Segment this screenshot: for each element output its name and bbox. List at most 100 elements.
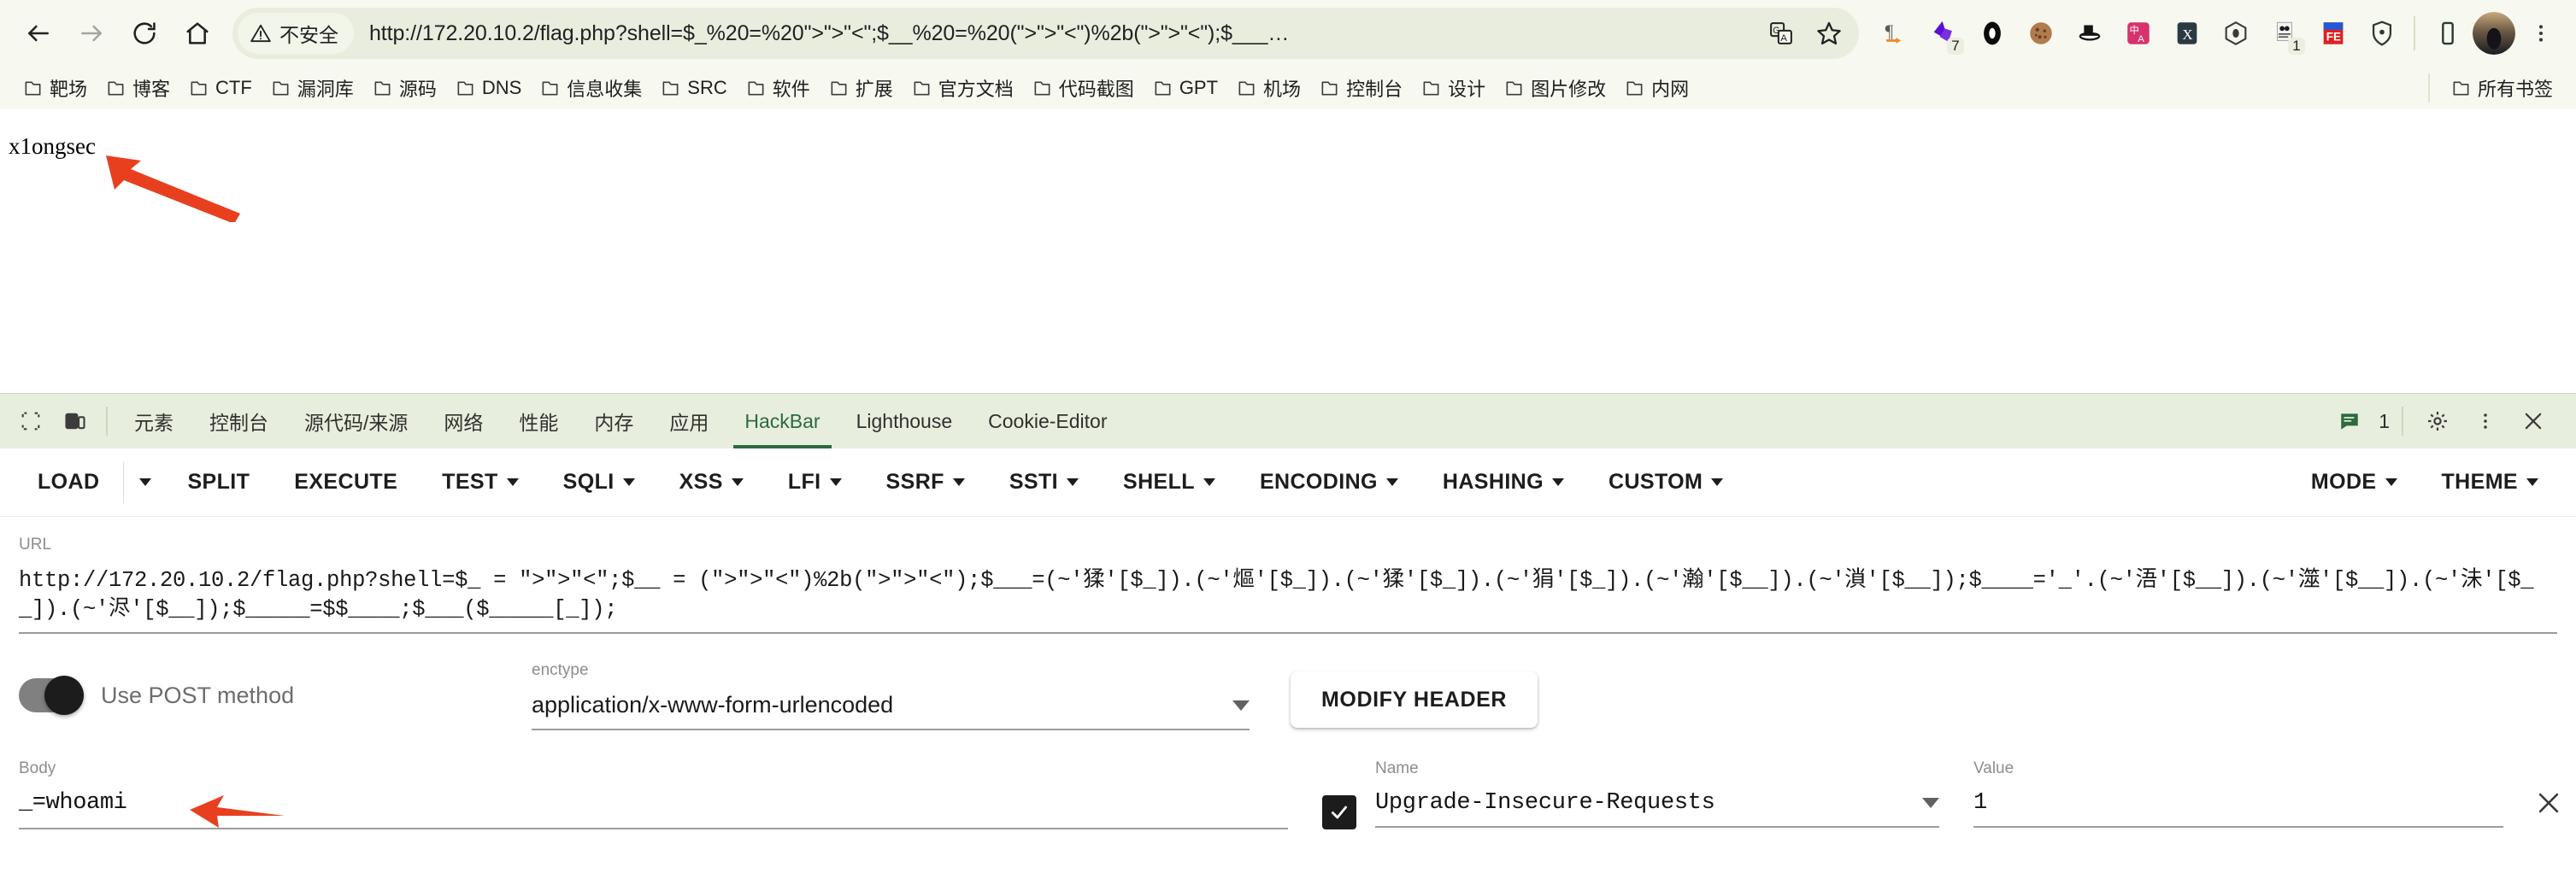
security-status-chip[interactable]: 不安全 bbox=[238, 13, 354, 54]
bookmark-folder-8[interactable]: 软件 bbox=[737, 70, 820, 106]
header-name-select[interactable]: Upgrade-Insecure-Requests bbox=[1375, 790, 1939, 829]
hackbar-toolbar: LOAD SPLIT EXECUTE TEST SQLI XSS LFI SSR… bbox=[0, 448, 2576, 517]
bookmark-folder-3[interactable]: 漏洞库 bbox=[262, 70, 363, 106]
modify-header-button[interactable]: MODIFY HEADER bbox=[1291, 671, 1538, 729]
black-ring-extension-icon[interactable] bbox=[1968, 10, 2015, 57]
cookie-extension-icon[interactable] bbox=[2017, 10, 2064, 57]
tab-application[interactable]: 应用 bbox=[651, 394, 726, 448]
bookmark-folder-16[interactable]: 图片修改 bbox=[1495, 70, 1615, 106]
panda-extension-icon[interactable]: 1 bbox=[2261, 10, 2308, 57]
bookmark-folder-14[interactable]: 控制台 bbox=[1310, 70, 1412, 106]
reload-button[interactable] bbox=[118, 7, 171, 60]
shield-outline-extension-icon[interactable] bbox=[2358, 10, 2405, 57]
bookmark-folder-4[interactable]: 源码 bbox=[363, 70, 446, 106]
tab-sources[interactable]: 源代码/来源 bbox=[286, 394, 426, 448]
browser-menu-icon[interactable] bbox=[2517, 10, 2564, 57]
tab-label: 控制台 bbox=[209, 412, 268, 434]
chevron-down-icon bbox=[952, 478, 965, 486]
tab-cookie-editor[interactable]: Cookie-Editor bbox=[970, 394, 1125, 448]
forward-button[interactable] bbox=[65, 7, 118, 60]
home-button[interactable] bbox=[171, 7, 224, 60]
tab-memory[interactable]: 内存 bbox=[576, 394, 651, 448]
hb-xss-button[interactable]: XSS bbox=[657, 457, 766, 508]
gear-icon[interactable] bbox=[2415, 399, 2460, 443]
translate-icon[interactable]: A G bbox=[1760, 12, 1803, 55]
message-count-icon[interactable] bbox=[2327, 399, 2372, 443]
x-dark-extension-icon[interactable]: X bbox=[2163, 10, 2210, 57]
hb-shell-button[interactable]: SHELL bbox=[1101, 457, 1238, 508]
all-bookmarks-button[interactable]: 所有书签 bbox=[2442, 70, 2562, 106]
hb-button-label: ENCODING bbox=[1259, 470, 1378, 494]
use-post-method-toggle[interactable]: Use POST method bbox=[19, 661, 532, 716]
hb-load-button[interactable]: LOAD bbox=[15, 457, 121, 508]
bookmark-folder-1[interactable]: 博客 bbox=[97, 70, 179, 106]
bookmark-folder-9[interactable]: 扩展 bbox=[820, 70, 903, 106]
devtools-actions: 1 bbox=[2327, 399, 2567, 443]
bookmark-folder-11[interactable]: 代码截图 bbox=[1023, 70, 1144, 106]
bookmark-star-icon[interactable] bbox=[1808, 12, 1850, 55]
bookmark-folder-13[interactable]: 机场 bbox=[1227, 70, 1310, 106]
hb-custom-button[interactable]: CUSTOM bbox=[1586, 457, 1745, 508]
bookmark-folder-7[interactable]: SRC bbox=[651, 73, 736, 103]
tab-network[interactable]: 网络 bbox=[426, 394, 501, 448]
devtools-panel: 元素 控制台 源代码/来源 网络 性能 内存 应用 HackBar Lighth… bbox=[0, 393, 2576, 873]
bookmark-folder-5[interactable]: DNS bbox=[446, 73, 531, 103]
hb-mode-button[interactable]: MODE bbox=[2289, 457, 2420, 508]
pink-translate-extension-icon[interactable]: 中 A bbox=[2114, 10, 2161, 57]
url-input[interactable]: http://172.20.10.2/flag.php?shell=$_ = "… bbox=[19, 566, 2557, 635]
pilcrow-extension-icon[interactable]: ¶ bbox=[1871, 10, 1918, 57]
avatar[interactable] bbox=[2473, 12, 2515, 55]
bookmark-folder-15[interactable]: 设计 bbox=[1412, 70, 1495, 106]
bookmark-folder-0[interactable]: 靶场 bbox=[14, 70, 97, 106]
hb-ssrf-button[interactable]: SSRF bbox=[864, 457, 987, 508]
hb-encoding-button[interactable]: ENCODING bbox=[1238, 457, 1420, 508]
chevron-down-icon bbox=[2385, 478, 2397, 486]
enctype-select[interactable]: application/x-www-form-urlencoded bbox=[532, 692, 1250, 731]
toggle-track[interactable] bbox=[19, 676, 84, 716]
hexagon-eye-extension-icon[interactable] bbox=[2212, 10, 2259, 57]
bookmark-folder-12[interactable]: GPT bbox=[1144, 73, 1227, 103]
hb-button-label: SSRF bbox=[885, 470, 944, 494]
bookmark-label: CTF bbox=[215, 77, 252, 98]
tab-console[interactable]: 控制台 bbox=[191, 394, 286, 448]
svg-text:X: X bbox=[2182, 26, 2192, 43]
hb-theme-button[interactable]: THEME bbox=[2420, 457, 2561, 508]
tab-performance[interactable]: 性能 bbox=[501, 394, 576, 448]
remove-header-button[interactable] bbox=[2534, 788, 2563, 825]
hb-load-dropdown[interactable] bbox=[126, 457, 165, 508]
bookmark-folder-6[interactable]: 信息收集 bbox=[531, 70, 651, 106]
hb-lfi-button[interactable]: LFI bbox=[766, 457, 864, 508]
browser-toolbar: 不安全 http://172.20.10.2/flag.php?shell=$_… bbox=[0, 0, 2576, 67]
bookmark-folder-2[interactable]: CTF bbox=[179, 73, 262, 103]
bookmark-label: 设计 bbox=[1448, 79, 1486, 100]
three-dot-vertical-icon[interactable] bbox=[2463, 399, 2508, 443]
url-text[interactable]: http://172.20.10.2/flag.php?shell=$_%20=… bbox=[369, 21, 1753, 46]
inspect-element-icon[interactable] bbox=[9, 399, 53, 443]
header-value-input[interactable]: 1 bbox=[1973, 790, 2503, 829]
header-name-group: Name Upgrade-Insecure-Requests bbox=[1375, 759, 1939, 829]
tab-lighthouse[interactable]: Lighthouse bbox=[838, 394, 971, 448]
hb-test-button[interactable]: TEST bbox=[420, 457, 541, 508]
fe-red-extension-icon[interactable]: FE bbox=[2309, 10, 2356, 57]
header-enabled-checkbox[interactable] bbox=[1322, 795, 1356, 830]
bookmark-folder-10[interactable]: 官方文档 bbox=[903, 70, 1023, 106]
hb-split-button[interactable]: SPLIT bbox=[165, 457, 272, 508]
hat-extension-icon[interactable] bbox=[2066, 10, 2113, 57]
hb-hashing-button[interactable]: HASHING bbox=[1420, 457, 1586, 508]
folder-icon bbox=[542, 80, 558, 96]
hb-sqli-button[interactable]: SQLI bbox=[541, 457, 657, 508]
close-icon[interactable] bbox=[2511, 399, 2555, 443]
folder-icon bbox=[1034, 80, 1050, 96]
bookmark-folder-17[interactable]: 内网 bbox=[1615, 70, 1698, 106]
puzzle-extension-icon[interactable] bbox=[2424, 10, 2471, 57]
purple-diamond-extension-icon[interactable]: 7 bbox=[1920, 10, 1967, 57]
tab-elements[interactable]: 元素 bbox=[116, 394, 191, 448]
back-button[interactable] bbox=[12, 7, 65, 60]
device-toolbar-icon[interactable] bbox=[53, 399, 97, 443]
address-bar[interactable]: 不安全 http://172.20.10.2/flag.php?shell=$_… bbox=[232, 8, 1859, 59]
folder-icon bbox=[2453, 80, 2469, 96]
bookmark-label: 内网 bbox=[1651, 79, 1690, 100]
tab-hackbar[interactable]: HackBar bbox=[726, 394, 838, 448]
hb-ssti-button[interactable]: SSTI bbox=[987, 457, 1101, 508]
hb-execute-button[interactable]: EXECUTE bbox=[272, 457, 420, 508]
